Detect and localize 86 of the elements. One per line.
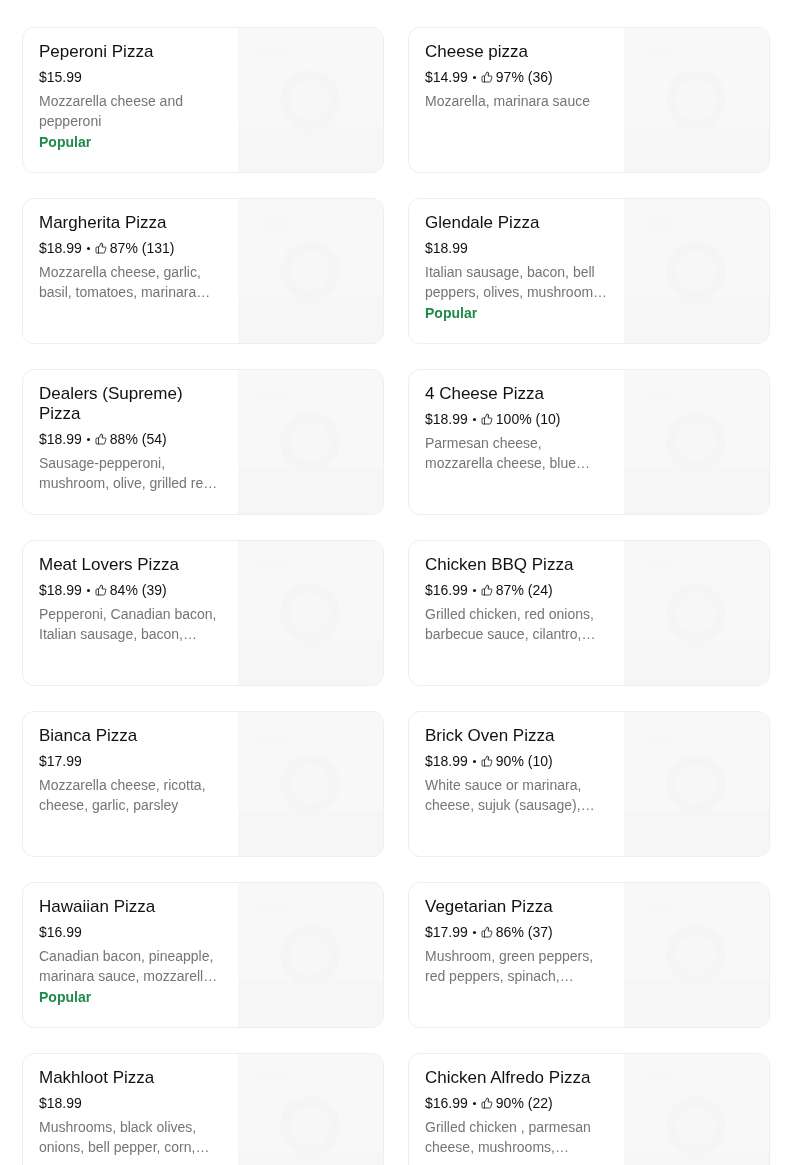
menu-item-card[interactable]: Glendale Pizza $18.99 Italian sausage, bacon, bell peppers, olives, mushroom… Popular bbox=[408, 198, 770, 344]
separator-dot-icon bbox=[86, 588, 90, 592]
menu-item-card[interactable]: Hawaiian Pizza $16.99 Canadian bacon, pineapple, marinara sauce, mozzarell… Popular bbox=[22, 882, 384, 1028]
item-name: Chicken BBQ Pizza bbox=[425, 555, 575, 575]
item-rating: 97% (36) bbox=[495, 68, 553, 87]
item-price: $16.99 bbox=[425, 581, 468, 600]
item-name: Cheese pizza bbox=[425, 42, 529, 62]
item-description: Pepperoni, Canadian bacon, Italian sausage, bacon,… bbox=[39, 605, 218, 644]
menu-item-card[interactable]: Chicken Alfredo Pizza $16.99 90% (22) Grilled chicken , parmesan cheese, mushrooms,… bbox=[408, 1053, 770, 1165]
item-name: Dealers (Supreme) Pizza bbox=[39, 384, 184, 424]
thumbs-up-icon bbox=[480, 71, 493, 83]
separator-dot-icon bbox=[472, 75, 476, 79]
item-price: $18.99 bbox=[425, 239, 468, 258]
separator-dot-icon bbox=[472, 588, 476, 592]
item-name: Chicken Alfredo Pizza bbox=[425, 1068, 592, 1088]
popular-label: Popular bbox=[39, 988, 93, 1007]
thumbs-up-icon bbox=[480, 1097, 493, 1109]
item-rating: 87% (24) bbox=[495, 581, 553, 600]
item-price: $16.99 bbox=[425, 1094, 468, 1113]
item-name: Glendale Pizza bbox=[425, 213, 541, 233]
item-rating: 90% (10) bbox=[495, 752, 553, 771]
thumbs-up-icon bbox=[480, 584, 493, 596]
item-price: $15.99 bbox=[39, 68, 82, 87]
item-description: Canadian bacon, pineapple, marinara sauce, mozzarell… bbox=[39, 947, 219, 986]
item-name: Meat Lovers Pizza bbox=[39, 555, 180, 575]
item-description: Italian sausage, bacon, bell peppers, olives, mushroom… bbox=[425, 263, 609, 302]
menu-item-card[interactable]: Chicken BBQ Pizza $16.99 87% (24) Grilled chicken, red onions, barbecue sauce, cilantro,… bbox=[408, 540, 770, 686]
item-description: Grilled chicken , parmesan cheese, mushrooms,… bbox=[425, 1118, 592, 1157]
item-description: Mozzarella cheese, garlic, basil, tomatoes, marinara… bbox=[39, 263, 212, 302]
item-rating: 90% (22) bbox=[495, 1094, 553, 1113]
separator-dot-icon bbox=[86, 437, 90, 441]
menu-item-card[interactable]: Cheese pizza $14.99 97% (36) Mozarella, marinara sauce bbox=[408, 27, 770, 173]
item-description: Grilled chicken, red onions, barbecue sauce, cilantro,… bbox=[425, 605, 597, 644]
menu-item-card[interactable]: Bianca Pizza $17.99 Mozzarella cheese, ricotta, cheese, garlic, parsley bbox=[22, 711, 384, 857]
item-rating: 84% (39) bbox=[109, 581, 167, 600]
separator-dot-icon bbox=[86, 246, 90, 250]
item-price: $18.99 bbox=[39, 430, 82, 449]
separator-dot-icon bbox=[472, 759, 476, 763]
popular-label: Popular bbox=[425, 304, 479, 323]
separator-dot-icon bbox=[472, 417, 476, 421]
item-description: Mozarella, marinara sauce bbox=[425, 92, 591, 111]
thumbs-up-icon bbox=[94, 584, 107, 596]
item-name: Vegetarian Pizza bbox=[425, 897, 554, 917]
separator-dot-icon bbox=[472, 930, 476, 934]
menu-item-card[interactable]: Dealers (Supreme) Pizza $18.99 88% (54) Sausage-pepperoni, mushroom, olive, grilled re… bbox=[22, 369, 384, 515]
thumbs-up-icon bbox=[480, 413, 493, 425]
item-price: $18.99 bbox=[39, 1094, 82, 1113]
item-rating: 100% (10) bbox=[495, 410, 561, 429]
separator-dot-icon bbox=[472, 1101, 476, 1105]
menu-item-card[interactable]: Makhloot Pizza $18.99 Mushrooms, black olives, onions, bell pepper, corn,… bbox=[22, 1053, 384, 1165]
item-price: $18.99 bbox=[39, 239, 82, 258]
item-rating: 88% (54) bbox=[109, 430, 167, 449]
item-price: $14.99 bbox=[425, 68, 468, 87]
item-rating: 87% (131) bbox=[109, 239, 175, 258]
item-name: Hawaiian Pizza bbox=[39, 897, 157, 917]
menu-item-card[interactable]: Brick Oven Pizza $18.99 90% (10) White sauce or marinara, cheese, sujuk (sausage),… bbox=[408, 711, 770, 857]
thumbs-up-icon bbox=[480, 755, 493, 767]
menu-item-card[interactable]: Meat Lovers Pizza $18.99 84% (39) Pepperoni, Canadian bacon, Italian sausage, bacon,… bbox=[22, 540, 384, 686]
item-name: Peperoni Pizza bbox=[39, 42, 155, 62]
item-name: Bianca Pizza bbox=[39, 726, 139, 746]
item-description: Mushrooms, black olives, onions, bell pepper, corn,… bbox=[39, 1118, 211, 1157]
thumbs-up-icon bbox=[94, 433, 107, 445]
thumbs-up-icon bbox=[94, 242, 107, 254]
menu-item-card[interactable]: Margherita Pizza $18.99 87% (131) Mozzarella cheese, garlic, basil, tomatoes, marinara… bbox=[22, 198, 384, 344]
item-price: $18.99 bbox=[425, 752, 468, 771]
item-description: Sausage-pepperoni, mushroom, olive, grilled re… bbox=[39, 454, 219, 493]
menu-item-card[interactable]: Peperoni Pizza $15.99 Mozzarella cheese and pepperoni Popular bbox=[22, 27, 384, 173]
item-price: $16.99 bbox=[39, 923, 82, 942]
item-description: Parmesan cheese, mozzarella cheese, blue… bbox=[425, 434, 591, 473]
item-price: $17.99 bbox=[425, 923, 468, 942]
item-description: Mushroom, green peppers, red peppers, spinach,… bbox=[425, 947, 595, 986]
popular-label: Popular bbox=[39, 133, 93, 152]
item-description: Mozzarella cheese, ricotta, cheese, garlic, parsley bbox=[39, 776, 207, 815]
item-rating: 86% (37) bbox=[495, 923, 553, 942]
menu-item-card[interactable]: 4 Cheese Pizza $18.99 100% (10) Parmesan cheese, mozzarella cheese, blue… bbox=[408, 369, 770, 515]
item-price: $18.99 bbox=[39, 581, 82, 600]
item-description: White sauce or marinara, cheese, sujuk (sausage),… bbox=[425, 776, 596, 815]
item-name: Makhloot Pizza bbox=[39, 1068, 156, 1088]
item-price: $18.99 bbox=[425, 410, 468, 429]
item-name: Margherita Pizza bbox=[39, 213, 168, 233]
item-price: $17.99 bbox=[39, 752, 82, 771]
item-name: Brick Oven Pizza bbox=[425, 726, 556, 746]
item-description: Mozzarella cheese and pepperoni bbox=[39, 92, 184, 131]
menu-item-card[interactable]: Vegetarian Pizza $17.99 86% (37) Mushroom, green peppers, red peppers, spinach,… bbox=[408, 882, 770, 1028]
thumbs-up-icon bbox=[480, 926, 493, 938]
item-name: 4 Cheese Pizza bbox=[425, 384, 546, 404]
